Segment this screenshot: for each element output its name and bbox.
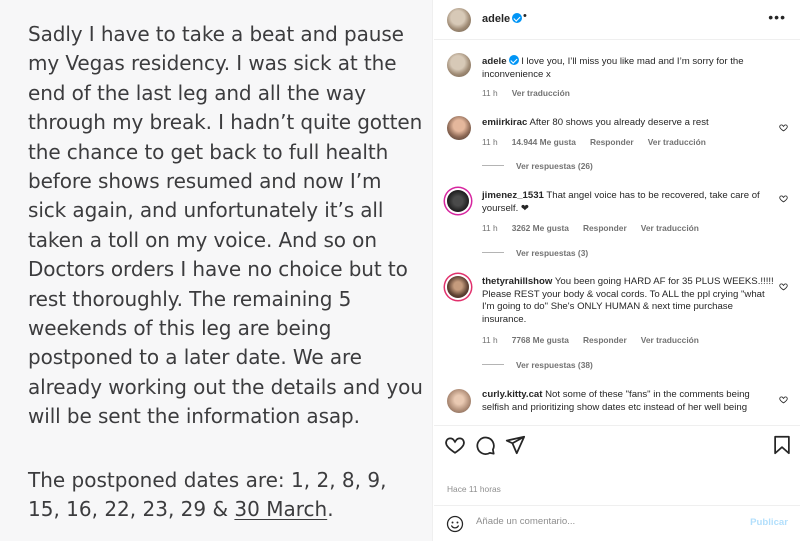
- caption-time: 11 h: [482, 88, 498, 98]
- comment-input[interactable]: [476, 516, 726, 527]
- comment-time: 11 h: [482, 137, 498, 147]
- view-replies-label[interactable]: Ver respuestas (3): [516, 248, 588, 258]
- comment-username[interactable]: emiirkirac: [482, 117, 527, 128]
- replies-divider: [482, 364, 504, 365]
- add-comment-bar: Publicar: [434, 505, 800, 541]
- replies-divider: [482, 165, 504, 166]
- publish-button[interactable]: Publicar: [750, 517, 788, 528]
- action-bar: [434, 425, 800, 465]
- translate-link[interactable]: Ver traducción: [512, 88, 570, 98]
- comment-bubble-icon[interactable]: [474, 434, 496, 456]
- comment-username[interactable]: thetyrahillshow: [482, 276, 552, 287]
- reply-button[interactable]: Responder: [583, 223, 627, 233]
- translate-link[interactable]: Ver traducción: [641, 335, 699, 345]
- heart-icon[interactable]: [779, 123, 788, 132]
- caption-username[interactable]: adele: [482, 56, 507, 67]
- heart-icon[interactable]: [779, 282, 788, 291]
- replies-divider: [482, 252, 504, 253]
- statement-text: Sadly I have to take a beat and pause my…: [28, 20, 423, 432]
- comment-username[interactable]: curly.kitty.cat: [482, 389, 542, 400]
- view-replies[interactable]: Ver respuestas (38): [482, 360, 593, 370]
- caption-meta: 11 h Ver traducción: [482, 88, 584, 98]
- separator-dot: •: [523, 10, 527, 22]
- reply-button[interactable]: Responder: [583, 335, 627, 345]
- view-replies[interactable]: Ver respuestas (26): [482, 161, 593, 171]
- translate-link[interactable]: Ver traducción: [648, 137, 706, 147]
- comment-username[interactable]: jimenez_1531: [482, 190, 544, 201]
- avatar[interactable]: [447, 389, 471, 413]
- post-header: adele • •••: [434, 0, 800, 40]
- comment-text: curly.kitty.cat Not some of these "fans"…: [482, 389, 774, 414]
- caption-text: adele I love you, I’ll miss you like mad…: [482, 55, 774, 81]
- avatar[interactable]: [447, 276, 469, 298]
- caption-body: I love you, I’ll miss you like mad and I…: [482, 56, 744, 80]
- comment-likes[interactable]: 3262 Me gusta: [512, 223, 569, 233]
- view-replies[interactable]: Ver respuestas (3): [482, 248, 588, 258]
- post-author-username[interactable]: adele: [482, 13, 510, 25]
- paper-plane-icon[interactable]: [504, 434, 526, 456]
- more-horizontal-icon[interactable]: •••: [768, 9, 786, 25]
- comment-time: 11 h: [482, 223, 498, 233]
- translate-link[interactable]: Ver traducción: [641, 223, 699, 233]
- verified-badge-icon: [508, 55, 519, 65]
- comment-likes[interactable]: 14.944 Me gusta: [512, 137, 576, 147]
- verified-badge-icon: [512, 13, 523, 23]
- post-author[interactable]: adele: [482, 13, 523, 25]
- comment-body: After 80 shows you already deserve a res…: [529, 117, 709, 128]
- comment-text: emiirkirac After 80 shows you already de…: [482, 117, 774, 130]
- comment-text: thetyrahillshow You been going HARD AF f…: [482, 276, 774, 326]
- view-replies-label[interactable]: Ver respuestas (38): [516, 360, 593, 370]
- postponed-dates: The postponed dates are: 1, 2, 8, 9, 15,…: [28, 466, 423, 525]
- avatar[interactable]: [447, 53, 471, 77]
- post-panel: adele • ••• adele I love you, I’ll miss …: [434, 0, 800, 541]
- comment-meta: 11 h 14.944 Me gusta Responder Ver traducci…: [482, 137, 720, 147]
- comment-meta: 11 h 3262 Me gusta Responder Ver traducción: [482, 223, 713, 233]
- heart-icon[interactable]: [779, 395, 788, 404]
- avatar[interactable]: [447, 116, 471, 140]
- comment-text: jimenez_1531 That angel voice has to be …: [482, 190, 774, 215]
- avatar[interactable]: [447, 8, 471, 32]
- reply-button[interactable]: Responder: [590, 137, 634, 147]
- statement-image: Sadly I have to take a beat and pause my…: [0, 0, 433, 541]
- posted-time: Hace 11 horas: [447, 484, 501, 494]
- heart-icon[interactable]: [444, 434, 466, 456]
- avatar[interactable]: [447, 190, 469, 212]
- comment-time: 11 h: [482, 335, 498, 345]
- view-replies-label[interactable]: Ver respuestas (26): [516, 161, 593, 171]
- comment-likes[interactable]: 7768 Me gusta: [512, 335, 569, 345]
- statement-body: Sadly I have to take a beat and pause my…: [28, 22, 423, 429]
- dates-suffix: .: [327, 497, 334, 522]
- comment-item: curly.kitty.cat Not some of these "fans"…: [434, 385, 800, 425]
- heart-icon[interactable]: [779, 194, 788, 203]
- bookmark-icon[interactable]: [771, 434, 793, 456]
- smiley-icon[interactable]: [446, 515, 464, 533]
- dates-underlined: 30 March: [234, 497, 328, 522]
- comment-meta: 11 h 7768 Me gusta Responder Ver traducción: [482, 335, 713, 345]
